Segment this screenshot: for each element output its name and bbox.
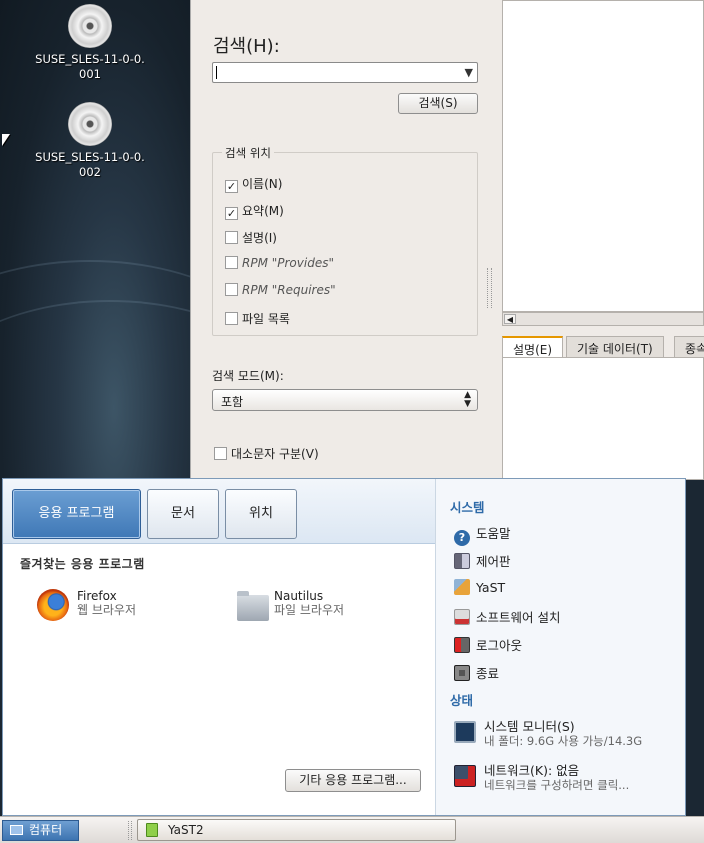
search-mode-value: 포함 xyxy=(221,395,244,409)
updown-arrow-icon: ▲ ▼ xyxy=(464,390,471,409)
menu-item-network[interactable]: 네트워크(K): 없음 네트워크를 구성하려면 클릭... xyxy=(454,763,679,795)
checkbox-name[interactable]: ✓ 이름(N) xyxy=(225,175,282,193)
tab-dependencies[interactable]: 종속 xyxy=(674,336,704,358)
system-section-title: 시스템 xyxy=(450,500,485,515)
menu-tab-bar: 응용 프로그램 문서 위치 xyxy=(3,479,435,544)
package-panel: ◀ 설명(E) 기술 데이터(T) 종속 xyxy=(500,0,704,480)
search-title: 검색(H): xyxy=(213,36,280,57)
checkbox-unchecked-icon[interactable] xyxy=(225,312,238,325)
folder-icon xyxy=(237,591,269,621)
favorites-title: 즐겨찾는 응용 프로그램 xyxy=(20,557,145,571)
network-disconnected-icon xyxy=(454,765,476,787)
app-name: Firefox xyxy=(77,589,117,603)
scroll-left-icon[interactable]: ◀ xyxy=(504,314,516,324)
checkbox-rpm-requires[interactable]: RPM "Requires" xyxy=(225,283,336,297)
checkbox-unchecked-icon[interactable] xyxy=(225,283,238,296)
taskbar: 컴퓨터 YaST2 xyxy=(0,816,704,843)
menu-item-system-monitor[interactable]: 시스템 모니터(S) 내 폴더: 9.6G 사용 가능/14.3G xyxy=(454,719,679,751)
splitter-handle[interactable] xyxy=(487,268,492,308)
checkbox-unchecked-icon[interactable] xyxy=(214,447,227,460)
firefox-icon xyxy=(37,589,69,621)
disc-icon xyxy=(68,102,112,146)
menu-item-yast[interactable]: YaST xyxy=(454,579,505,595)
start-menu: 응용 프로그램 문서 위치 즐겨찾는 응용 프로그램 Firefox 웹 브라우… xyxy=(2,478,686,816)
desktop-icon-disc-001[interactable]: SUSE_SLES-11-0-0. 001 xyxy=(20,4,160,82)
checkbox-unchecked-icon[interactable] xyxy=(225,256,238,269)
menu-item-help[interactable]: ? 도움말 xyxy=(454,523,511,546)
checkbox-checked-icon[interactable]: ✓ xyxy=(225,207,238,220)
software-install-icon xyxy=(454,609,470,625)
system-monitor-status: 내 폴더: 9.6G 사용 가능/14.3G xyxy=(484,734,643,748)
system-monitor-label: 시스템 모니터(S) xyxy=(484,719,575,734)
text-caret xyxy=(216,66,217,79)
search-mode-label: 검색 모드(M): xyxy=(212,369,284,383)
search-input[interactable]: ▼ xyxy=(212,62,478,83)
yast-window: 검색(H): ▼ 검색(S) 검색 위치 ✓ 이름(N) ✓ 요약(M) 설명(I)… xyxy=(190,0,704,480)
details-body xyxy=(502,357,704,480)
search-button[interactable]: 검색(S) xyxy=(398,93,478,114)
status-section-title: 상태 xyxy=(450,693,474,708)
horizontal-scrollbar[interactable]: ◀ xyxy=(502,312,704,326)
yast-window-icon xyxy=(146,823,158,837)
desktop-icon-label: SUSE_SLES-11-0-0. xyxy=(35,52,145,66)
menu-side-panel: 시스템 ? 도움말 제어판 YaST 소프트웨어 설치 로그아웃 종료 상태 시스… xyxy=(436,479,685,815)
computer-icon xyxy=(10,825,23,835)
search-mode-select[interactable]: 포함 ▲ ▼ xyxy=(212,389,478,411)
more-applications-button[interactable]: 기타 응용 프로그램... xyxy=(285,769,421,792)
desktop-icon-label: 002 xyxy=(79,165,101,179)
tab-documents[interactable]: 문서 xyxy=(147,489,219,539)
search-panel: 검색(H): ▼ 검색(S) 검색 위치 ✓ 이름(N) ✓ 요약(M) 설명(I)… xyxy=(190,0,500,480)
desktop-swoosh xyxy=(0,300,190,480)
app-name: Nautilus xyxy=(274,589,324,603)
taskbar-handle[interactable] xyxy=(128,821,132,840)
disc-icon xyxy=(68,4,112,48)
checkbox-file-list[interactable]: 파일 목록 xyxy=(225,310,290,327)
desktop-icon-label: 001 xyxy=(79,67,101,81)
control-panel-icon xyxy=(454,553,470,569)
menu-item-software-install[interactable]: 소프트웨어 설치 xyxy=(454,607,560,626)
checkbox-rpm-provides[interactable]: RPM "Provides" xyxy=(225,256,334,270)
shutdown-icon xyxy=(454,665,470,681)
system-monitor-icon xyxy=(454,721,476,743)
checkbox-checked-icon[interactable]: ✓ xyxy=(225,180,238,193)
checkbox-summary[interactable]: ✓ 요약(M) xyxy=(225,202,284,220)
app-nautilus[interactable]: Nautilus 파일 브라우저 xyxy=(237,587,407,623)
checkbox-unchecked-icon[interactable] xyxy=(225,231,238,244)
chevron-down-icon[interactable]: ▼ xyxy=(465,66,473,79)
checkbox-description[interactable]: 설명(I) xyxy=(225,229,277,246)
search-in-group: 검색 위치 ✓ 이름(N) ✓ 요약(M) 설명(I) RPM "Provides"… xyxy=(212,145,478,336)
taskbar-window-yast2[interactable]: YaST2 xyxy=(137,819,456,841)
network-status: 네트워크를 구성하려면 클릭... xyxy=(484,778,630,792)
network-label: 네트워크(K): 없음 xyxy=(484,763,580,778)
menu-item-shutdown[interactable]: 종료 xyxy=(454,663,499,682)
search-in-title: 검색 위치 xyxy=(222,145,274,161)
menu-item-logout[interactable]: 로그아웃 xyxy=(454,635,522,654)
details-tabs: 설명(E) 기술 데이터(T) 종속 xyxy=(502,336,704,359)
desktop-background: SUSE_SLES-11-0-0. 001 SUSE_SLES-11-0-0. … xyxy=(0,0,190,480)
app-firefox[interactable]: Firefox 웹 브라우저 xyxy=(37,587,197,623)
mouse-cursor-icon xyxy=(2,134,10,146)
computer-menu-button[interactable]: 컴퓨터 xyxy=(2,820,79,841)
help-icon: ? xyxy=(454,530,470,546)
package-list[interactable] xyxy=(502,0,704,312)
desktop-icon-label: SUSE_SLES-11-0-0. xyxy=(35,150,145,164)
app-description: 파일 브라우저 xyxy=(274,603,345,617)
checkbox-case-sensitive[interactable]: 대소문자 구분(V) xyxy=(214,445,319,462)
tab-technical-data[interactable]: 기술 데이터(T) xyxy=(566,336,664,358)
tab-description[interactable]: 설명(E) xyxy=(502,336,564,359)
tab-applications[interactable]: 응용 프로그램 xyxy=(12,489,141,539)
desktop-icon-disc-002[interactable]: SUSE_SLES-11-0-0. 002 xyxy=(20,102,160,180)
app-description: 웹 브라우저 xyxy=(77,603,137,617)
tab-places[interactable]: 위치 xyxy=(225,489,297,539)
logout-icon xyxy=(454,637,470,653)
menu-item-control-panel[interactable]: 제어판 xyxy=(454,551,511,570)
yast-icon xyxy=(454,579,470,595)
